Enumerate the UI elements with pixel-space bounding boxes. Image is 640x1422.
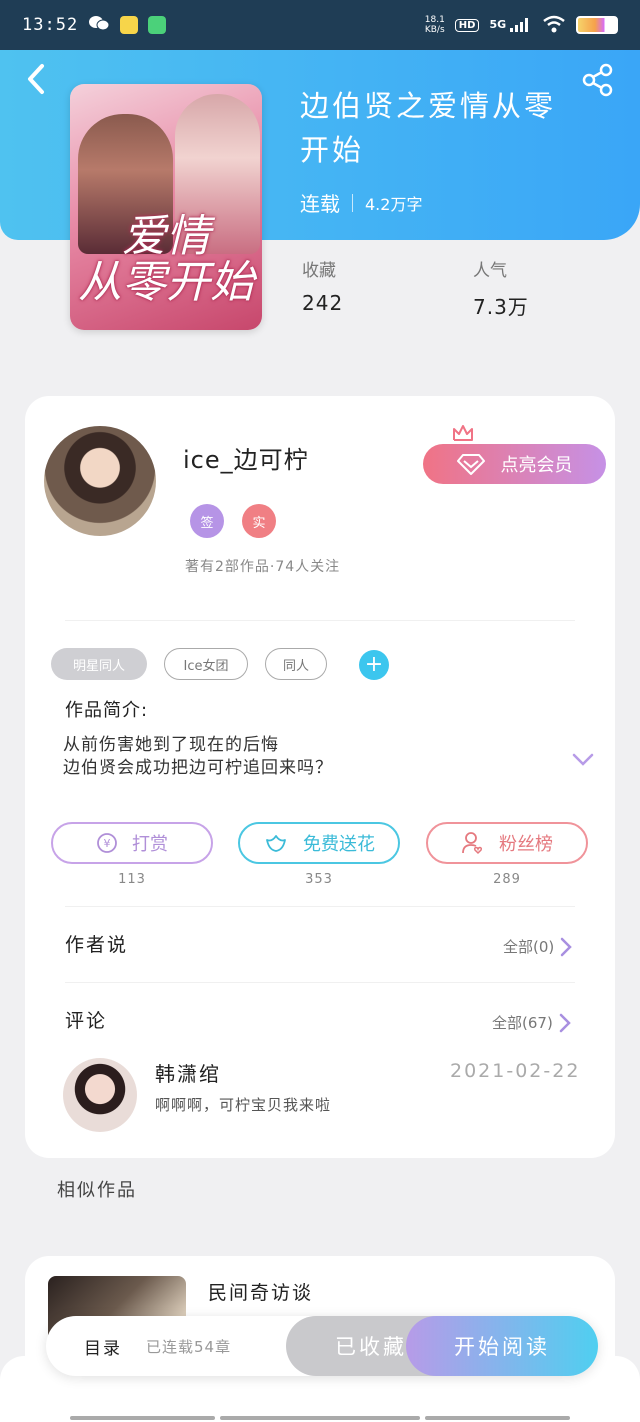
signal-label: 5G: [489, 18, 507, 31]
intro-text: 从前伤害她到了现在的后悔 边伯贤会成功把边可柠追回来吗？: [63, 734, 333, 780]
chevron-down-icon[interactable]: [571, 752, 595, 768]
book-meta: 连载 4.2万字: [300, 188, 422, 217]
toc-button[interactable]: 目录: [84, 1334, 122, 1359]
chevron-right-icon: [559, 1013, 571, 1032]
comment-text: 啊啊啊，可柠宝贝我来啦: [155, 1096, 332, 1114]
hd-icon: HD: [454, 18, 480, 32]
add-tag-button[interactable]: +: [359, 650, 389, 680]
similar-works-label: 相似作品: [57, 1180, 137, 1201]
commenter-avatar[interactable]: [63, 1058, 137, 1132]
start-reading-button[interactable]: 开始阅读: [406, 1316, 598, 1376]
book-cover[interactable]: 爱情 从零开始: [70, 84, 262, 330]
wifi-icon: [542, 15, 566, 36]
battery-icon: [576, 16, 618, 34]
status-bar: 13:52 18.1 KB/s HD 5G: [0, 0, 640, 50]
verified-badge: 实: [242, 504, 276, 538]
popularity-label: 人气: [473, 261, 507, 281]
popularity-stat: 人气 7.3万: [473, 256, 529, 320]
back-button[interactable]: [22, 62, 52, 96]
commenter-name[interactable]: 韩潇绾: [155, 1058, 221, 1087]
author-stats: 著有2部作品·74人关注: [185, 559, 341, 575]
share-button[interactable]: [580, 62, 616, 98]
collect-stat: 收藏 242: [302, 256, 343, 315]
share-icon: [582, 63, 613, 97]
crown-icon: [453, 425, 473, 441]
author-name[interactable]: ice_边可柠: [183, 440, 309, 475]
similar-work-title[interactable]: 民间奇访谈: [208, 1278, 313, 1305]
home-indicator: [70, 1416, 215, 1420]
fans-ranking-button[interactable]: 粉丝榜: [426, 822, 588, 864]
svg-text:¥: ¥: [104, 837, 111, 850]
author-avatar[interactable]: [44, 426, 156, 536]
author-says-more-label: 全部(0): [503, 938, 555, 956]
intro-line-1: 从前伤害她到了现在的后悔: [63, 735, 279, 755]
author-says-more[interactable]: 全部(0): [503, 936, 573, 957]
diamond-icon: [456, 454, 485, 475]
divider: [65, 982, 575, 983]
signal-icon: 5G: [489, 18, 532, 32]
comment-date: 2021-02-22: [450, 1060, 581, 1082]
author-says-title: 作者说: [65, 934, 129, 956]
status-time: 13:52: [22, 15, 79, 35]
comments-title: 评论: [65, 1010, 108, 1032]
fans-count: 289: [493, 872, 521, 887]
vip-button-label: 点亮会员: [500, 455, 573, 476]
fans-label: 粉丝榜: [499, 834, 553, 855]
divider: [65, 906, 575, 907]
home-indicator: [425, 1416, 570, 1420]
chapters-count: 已连载54章: [146, 1338, 232, 1356]
user-heart-icon: [462, 832, 483, 855]
bottom-action-bar: 目录 已连载54章 已收藏 开始阅读: [46, 1316, 598, 1376]
net-speed-unit: KB/s: [424, 25, 445, 35]
chevron-left-icon: [28, 64, 44, 94]
wechat-icon: [88, 14, 110, 37]
net-speed: 18.1 KB/s: [425, 15, 445, 35]
tag-item[interactable]: 同人: [265, 648, 327, 680]
comments-more-label: 全部(67): [492, 1014, 553, 1032]
home-indicator: [220, 1416, 420, 1420]
cover-title-art: 爱情 从零开始: [78, 211, 254, 308]
book-word-count: 4.2万字: [365, 194, 423, 214]
flower-label: 免费送花: [303, 834, 375, 855]
yen-icon: ¥: [97, 833, 117, 853]
app-notification-icon-2: [148, 16, 167, 34]
book-status: 连载: [300, 192, 340, 216]
meta-divider: [352, 193, 353, 212]
intro-line-2: 边伯贤会成功把边可柠追回来吗？: [63, 758, 333, 778]
reward-button[interactable]: ¥ 打赏: [51, 822, 213, 864]
app-notification-icon: [120, 16, 139, 34]
collect-value: 242: [302, 291, 344, 315]
chevron-right-icon: [561, 937, 573, 956]
tag-item[interactable]: Ice女团: [164, 648, 248, 680]
detail-card: ice_边可柠 签 实 著有2部作品·74人关注 点亮会员 明星同人 Ice女团…: [25, 396, 615, 1158]
divider: [65, 620, 575, 621]
intro-label: 作品简介:: [65, 700, 149, 721]
flower-icon: [266, 835, 286, 852]
flower-count: 353: [305, 872, 333, 887]
net-speed-value: 18.1: [424, 15, 445, 25]
vip-button[interactable]: 点亮会员: [423, 444, 606, 484]
reward-label: 打赏: [132, 834, 168, 855]
book-title: 边伯贤之爱情从零开始: [300, 89, 557, 167]
signed-badge: 签: [190, 504, 224, 538]
collect-label: 收藏: [302, 261, 336, 281]
popularity-value: 7.3万: [473, 295, 529, 319]
tag-item[interactable]: 明星同人: [51, 648, 147, 680]
comments-more[interactable]: 全部(67): [492, 1012, 571, 1033]
reward-count: 113: [118, 872, 146, 887]
send-flower-button[interactable]: 免费送花: [238, 822, 400, 864]
